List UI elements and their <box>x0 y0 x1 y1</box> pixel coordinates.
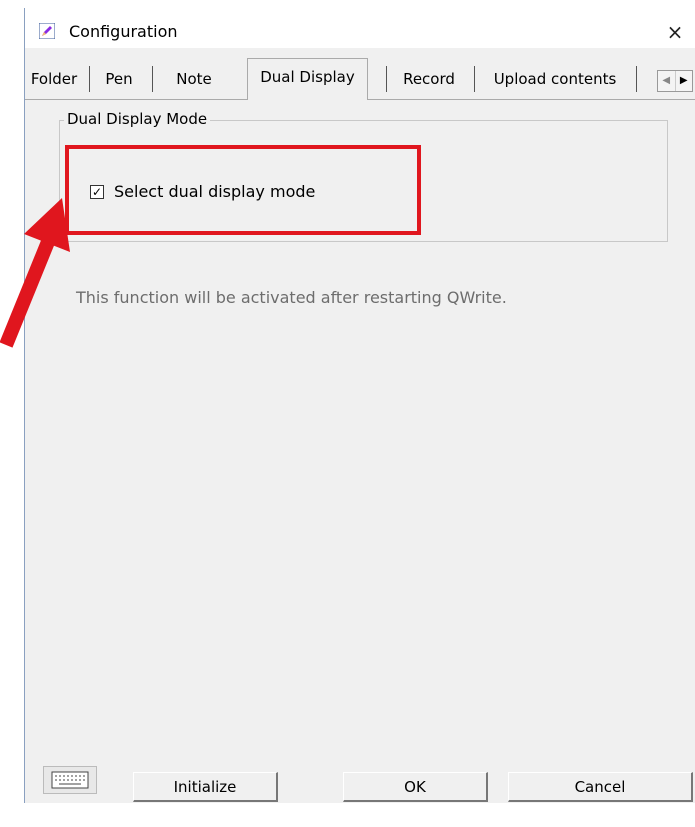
tab-note[interactable]: Note <box>161 63 227 95</box>
tab-record[interactable]: Record <box>392 63 466 95</box>
initialize-button[interactable]: Initialize <box>133 772 278 802</box>
tab-strip: Folder Pen Note Dual Display Record Uplo… <box>25 58 695 100</box>
close-icon: × <box>666 20 684 44</box>
groupbox-title: Dual Display Mode <box>64 110 211 128</box>
tab-scroll-control[interactable]: ◀ ▶ <box>657 70 693 92</box>
tab-upload-contents[interactable]: Upload contents <box>481 63 629 95</box>
tab-dual-display[interactable]: Dual Display <box>247 58 368 100</box>
keyboard-button[interactable] <box>43 766 97 794</box>
cancel-button[interactable]: Cancel <box>508 772 693 802</box>
window-title: Configuration <box>69 22 178 41</box>
tab-divider <box>386 66 387 92</box>
tab-folder[interactable]: Folder <box>27 63 81 95</box>
scroll-left-icon[interactable]: ◀ <box>658 71 676 91</box>
tab-divider <box>636 66 637 92</box>
tab-pen[interactable]: Pen <box>95 63 143 95</box>
title-bar: Configuration × <box>25 8 695 48</box>
keyboard-icon <box>51 771 89 789</box>
ok-button[interactable]: OK <box>343 772 488 802</box>
edit-pencil-icon <box>39 23 55 39</box>
tab-divider <box>152 66 153 92</box>
tab-divider <box>474 66 475 92</box>
tab-divider <box>89 66 90 92</box>
close-button[interactable]: × <box>655 16 695 48</box>
restart-info-text: This function will be activated after re… <box>76 288 507 307</box>
configuration-dialog: Configuration × Folder Pen Note Dual Dis… <box>24 8 695 803</box>
scroll-right-icon[interactable]: ▶ <box>676 71 693 91</box>
highlight-annotation-box <box>65 145 421 235</box>
red-arrow-annotation <box>0 198 70 348</box>
button-bar: Initialize OK Cancel <box>25 760 695 803</box>
